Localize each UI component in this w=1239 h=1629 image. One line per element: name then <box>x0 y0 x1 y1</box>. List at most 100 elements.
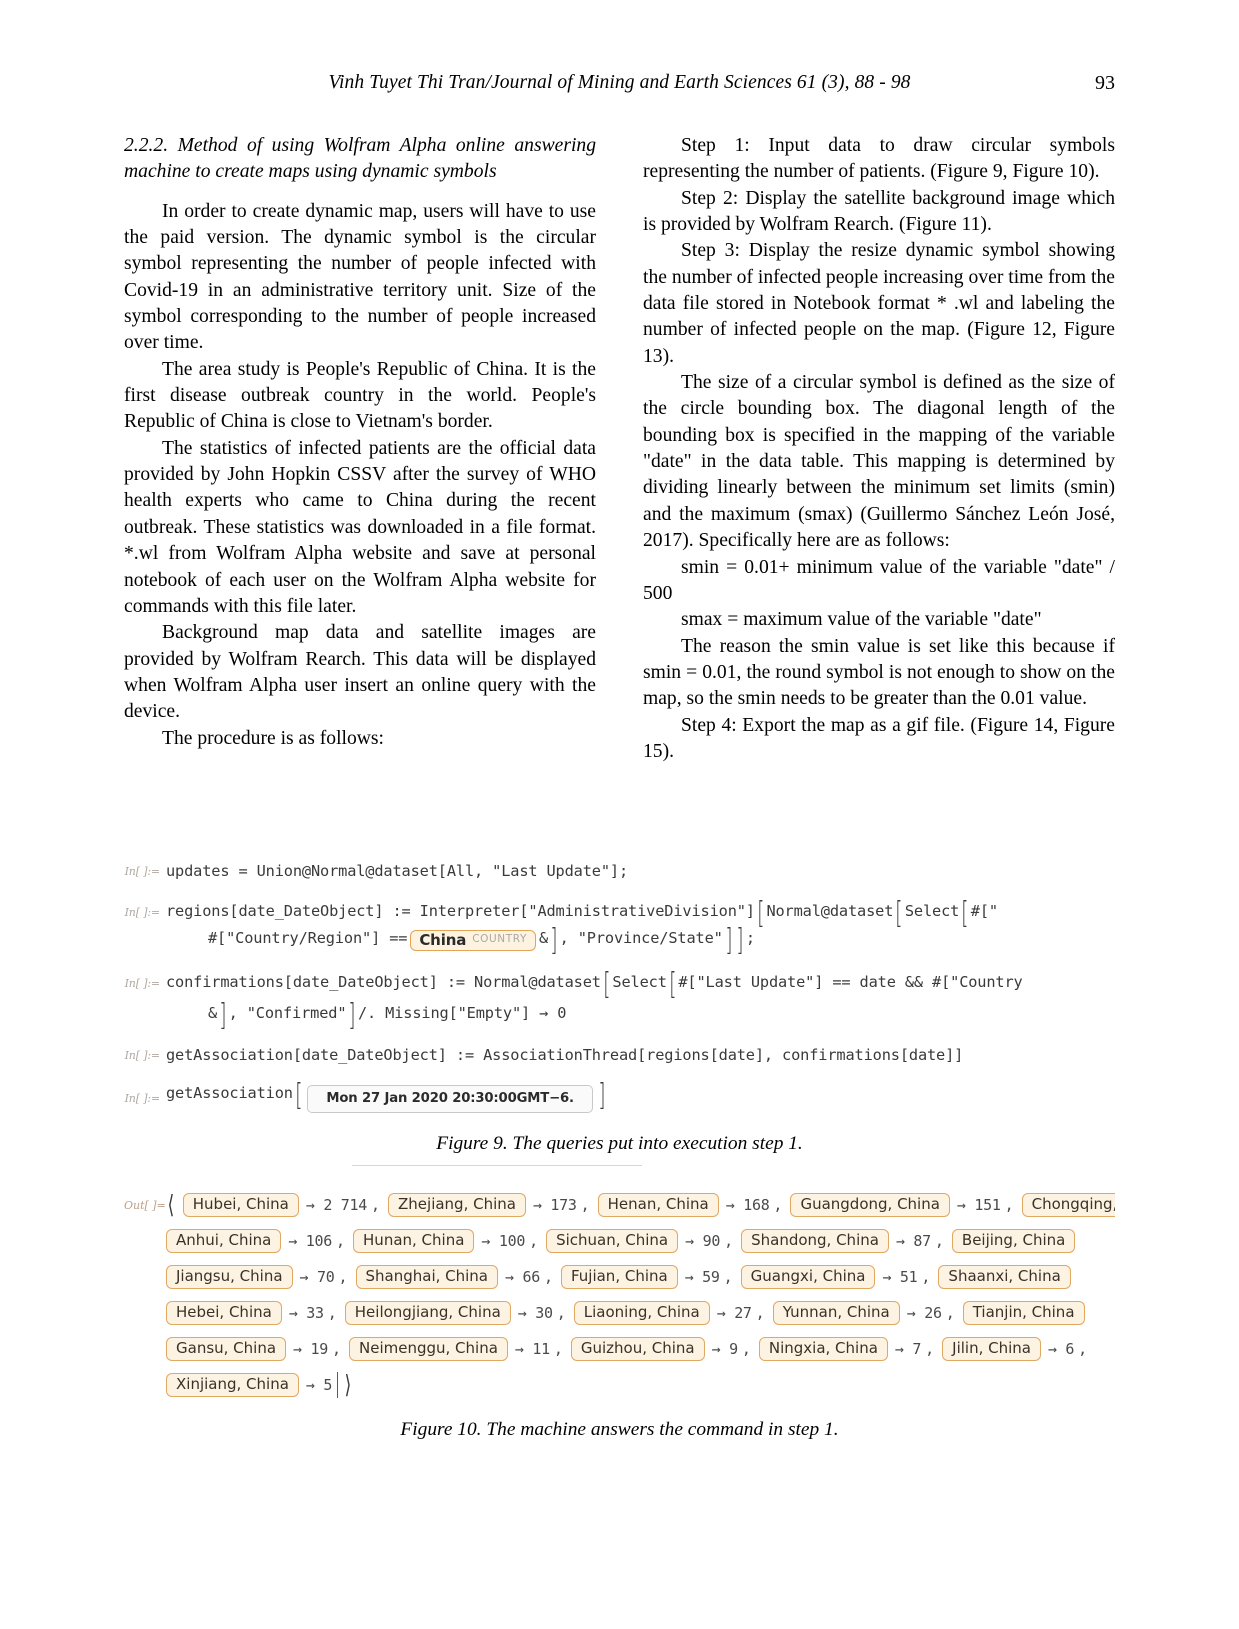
figure-10: Out[ ]= ⟨ Hubei, China → 2 714, Zhejiang, Ch… <box>124 1165 1115 1441</box>
entity-token[interactable]: Zhejiang, China <box>388 1192 526 1218</box>
association-list: Out[ ]= ⟨ Hubei, China → 2 714, Zhejiang, Ch… <box>124 1165 1115 1403</box>
entity-token[interactable]: Tianjin, China <box>962 1300 1085 1326</box>
code-fragment: confirmations[date_DateObject] := Normal… <box>166 973 601 991</box>
entity-token[interactable]: Gansu, China <box>166 1336 287 1362</box>
open-bracket-icon: [ <box>295 1078 303 1113</box>
rule-value: → 70 <box>299 1268 335 1286</box>
entity-token[interactable]: Xinjiang, China <box>166 1372 299 1398</box>
paragraph: Background map data and satellite images… <box>124 622 596 723</box>
rule-value: → 173 <box>532 1196 577 1214</box>
entity-token[interactable]: Fujian, China <box>560 1264 678 1290</box>
rule-value: → 19 <box>293 1340 328 1358</box>
entity-token[interactable]: Jiangsu, China <box>166 1264 293 1290</box>
code-fragment: Normal@dataset <box>766 902 894 920</box>
figure-9-caption: Figure 9. The queries put into execution… <box>436 1133 803 1154</box>
entity-token[interactable]: Sichuan, China <box>546 1228 679 1254</box>
rule-value: → 6 <box>1047 1340 1075 1358</box>
entity-token[interactable]: Neimenggu, China <box>349 1336 508 1362</box>
entity-token[interactable]: Shanghai, China <box>355 1264 498 1290</box>
separator-comma: , <box>773 1196 783 1214</box>
running-head: Vinh Tuyet Thi Tran/Journal of Mining an… <box>124 72 1115 98</box>
code-fragment: #["Last Update"] == date && #["Country <box>678 973 1023 991</box>
entity-token[interactable]: Hunan, China <box>353 1228 475 1254</box>
entity-token[interactable]: Heilongjiang, China <box>344 1300 511 1326</box>
entity-token-china[interactable]: China COUNTRY <box>410 929 536 951</box>
association-close-bracket-icon: ⟩ <box>344 1370 352 1399</box>
entity-token[interactable]: Beijing, China <box>951 1228 1076 1254</box>
rule-value: → 66 <box>505 1268 540 1286</box>
code-fragment: & <box>208 1003 218 1022</box>
body-columns: 2.2.2. Method of using Wolfram Alpha onl… <box>124 133 1115 765</box>
journal-page: Vinh Tuyet Thi Tran/Journal of Mining an… <box>0 0 1239 1629</box>
rule-value: → 30 <box>517 1304 553 1322</box>
close-bracket-icon: ] <box>724 922 733 958</box>
paragraph: The reason the smin value is set like th… <box>643 635 1115 710</box>
entity-token[interactable]: Jilin, China <box>942 1336 1041 1362</box>
entity-token[interactable]: Anhui, China <box>166 1228 282 1254</box>
separator-comma: , <box>370 1196 381 1214</box>
separator-comma: , <box>741 1340 751 1358</box>
rule-value: → 7 <box>894 1340 922 1358</box>
paragraph: The size of a circular symbol is defined… <box>643 372 1115 552</box>
rule-value: → 33 <box>288 1304 324 1322</box>
code-text: getAssociation[Mon 27 Jan 2020 20:30:00G… <box>166 1078 1115 1113</box>
entity-token[interactable]: Guangxi, China <box>740 1264 876 1290</box>
date-object-token[interactable]: Mon 27 Jan 2020 20:30:00GMT−6. <box>307 1085 593 1113</box>
figure-10-caption: Figure 10. The machine answers the comma… <box>400 1419 839 1440</box>
entity-token[interactable]: Hebei, China <box>166 1300 282 1326</box>
code-fragment: & <box>539 928 549 947</box>
separator-comma: , <box>925 1340 935 1358</box>
notebook-line: In[ ]:= getAssociation[Mon 27 Jan 2020 2… <box>124 1078 1115 1113</box>
entity-token[interactable]: Hubei, China <box>182 1192 299 1218</box>
entity-token[interactable]: Ningxia, China <box>758 1336 888 1362</box>
left-column: 2.2.2. Method of using Wolfram Alpha onl… <box>124 133 596 765</box>
separator-comma: , <box>921 1268 931 1286</box>
running-head-citation: Vinh Tuyet Thi Tran/Journal of Mining an… <box>328 72 911 93</box>
paragraph-smax: smax = maximum value of the variable "da… <box>681 609 1042 631</box>
rule-value: → 51 <box>882 1268 918 1286</box>
separator-comma: , <box>1004 1196 1014 1214</box>
open-bracket-icon: [ <box>668 967 677 1002</box>
rule-value: → 87 <box>895 1232 931 1250</box>
separator-comma: , <box>723 1268 733 1286</box>
code-text: #["Country/Region"] == China COUNTRY &], "P… <box>166 922 1115 958</box>
paragraph-smin: smin = 0.01+ minimum value of the variab… <box>643 556 1115 604</box>
association-row: Xinjiang, China → 5 ⟩ <box>124 1367 1115 1403</box>
separator-comma: , <box>934 1232 944 1250</box>
out-label: Out[ ]= <box>124 1198 166 1212</box>
separator-comma: , <box>327 1304 337 1322</box>
in-label: In[ ]:= <box>124 1048 161 1062</box>
entity-token[interactable]: Liaoning, China <box>573 1300 710 1326</box>
entity-token[interactable]: Shaanxi, China <box>938 1264 1071 1290</box>
entity-token[interactable]: Guangdong, China <box>790 1192 950 1218</box>
notebook-input-cells: In[ ]:= updates = Union@Normal@dataset[A… <box>124 862 1115 1113</box>
rule-value: → 26 <box>906 1304 942 1322</box>
separator-comma: , <box>580 1196 590 1214</box>
separator-comma: , <box>945 1304 955 1322</box>
separator-comma: , <box>1078 1340 1088 1358</box>
in-label: In[ ]:= <box>124 905 161 919</box>
entity-token[interactable]: Guizhou, China <box>570 1336 705 1362</box>
open-bracket-icon: [ <box>961 896 969 931</box>
code-text: regions[date_DateObject] := Interpreter[… <box>166 896 1115 931</box>
entity-token[interactable]: Yunnan, China <box>772 1300 900 1326</box>
association-row: Hebei, China → 33, Heilongjiang, China → 30… <box>124 1295 1115 1331</box>
code-text: getAssociation[date_DateObject] := Assoc… <box>166 1046 964 1064</box>
paragraph-step-3: Step 3: Display the resize dynamic symbo… <box>643 240 1115 367</box>
entity-name: China <box>419 930 467 949</box>
entity-token[interactable]: Chongqing, China <box>1021 1192 1115 1218</box>
notebook-line: In[ ]:= updates = Union@Normal@dataset[A… <box>124 862 1115 880</box>
rule-value: → 5 <box>305 1376 333 1394</box>
entity-token[interactable]: Henan, China <box>597 1192 719 1218</box>
paragraph: The area study is People's Republic of C… <box>124 358 596 433</box>
separator-comma: , <box>331 1340 341 1358</box>
code-fragment: regions[date_DateObject] := Interpreter[… <box>166 902 755 920</box>
separator-comma: , <box>755 1304 765 1322</box>
separator-comma: , <box>543 1268 553 1286</box>
section-subheading: 2.2.2. Method of using Wolfram Alpha onl… <box>124 135 596 183</box>
in-label: In[ ]:= <box>124 1092 161 1105</box>
entity-token[interactable]: Shandong, China <box>741 1228 889 1254</box>
close-bracket-icon: ] <box>598 1078 606 1113</box>
close-bracket-icon: ] <box>219 997 227 1033</box>
code-fragment: , "Province/State" <box>559 928 723 947</box>
